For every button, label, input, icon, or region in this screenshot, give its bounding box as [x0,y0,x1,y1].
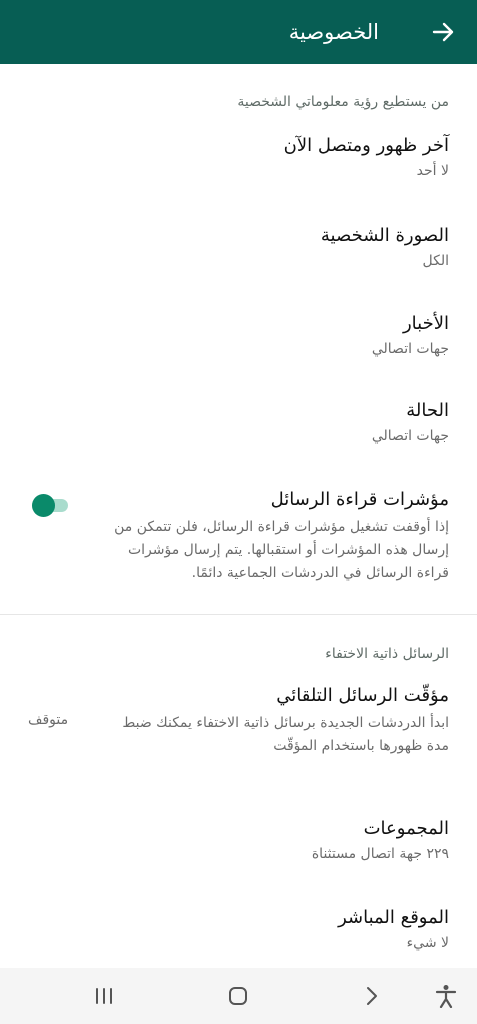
accessibility-button[interactable] [432,982,460,1010]
setting-value: جهات اتصالي [371,428,449,444]
setting-value: لا شيء [406,935,449,951]
section-header-personal-info: من يستطيع رؤية معلوماتي الشخصية [237,94,449,110]
accessibility-icon [435,985,457,1008]
setting-status[interactable]: الحالة جهات اتصالي [28,399,449,447]
recents-nav-icon [96,988,112,1004]
setting-title: مؤشرات قراءة الرسائل [270,489,449,510]
home-nav-icon [229,987,247,1005]
setting-value: ٢٢٩ جهة اتصال مستثناة [311,846,449,862]
setting-profile-photo[interactable]: الصورة الشخصية الكل [28,224,449,272]
setting-title: الأخبار [402,313,449,334]
arrow-back-icon [432,22,454,42]
back-nav-icon [367,987,377,1005]
system-nav-bar [0,968,477,1024]
nav-recents-button[interactable] [90,982,118,1010]
section-divider [0,614,477,615]
privacy-settings-list: من يستطيع رؤية معلوماتي الشخصية آخر ظهور… [0,64,477,968]
setting-value: لا أحد [416,163,449,179]
setting-default-message-timer[interactable]: مؤقّت الرسائل التلقائي ابدأ الدردشات الج… [28,684,449,758]
read-receipts-toggle[interactable] [30,494,70,517]
setting-last-seen[interactable]: آخر ظهور ومتصل الآن لا أحد [28,134,449,182]
setting-stories[interactable]: الأخبار جهات اتصالي [28,312,449,360]
section-header-disappearing: الرسائل ذاتية الاختفاء [325,646,449,662]
setting-title: الصورة الشخصية [320,225,449,246]
app-bar: الخصوصية [0,0,477,64]
nav-back-button[interactable] [358,982,386,1010]
page-title: الخصوصية [288,20,379,44]
setting-title: الموقع المباشر [338,907,449,928]
setting-value: الكل [422,253,450,269]
setting-groups[interactable]: المجموعات ٢٢٩ جهة اتصال مستثناة [28,817,449,865]
setting-description: ابدأ الدردشات الجديدة برسائل ذاتية الاخت… [122,715,449,754]
toggle-knob [32,494,55,517]
timer-value: متوقف [28,712,69,728]
setting-title: آخر ظهور ومتصل الآن [283,135,449,156]
back-button[interactable] [429,18,457,46]
nav-home-button[interactable] [224,982,252,1010]
setting-title: الحالة [406,400,449,421]
setting-title: مؤقّت الرسائل التلقائي [276,685,449,706]
setting-title: المجموعات [363,818,449,839]
setting-live-location[interactable]: الموقع المباشر لا شيء [28,906,449,954]
setting-value: جهات اتصالي [371,341,449,357]
setting-read-receipts[interactable]: مؤشرات قراءة الرسائل إذا أوقفت تشغيل مؤش… [28,488,449,585]
setting-description: إذا أوقفت تشغيل مؤشرات قراءة الرسائل، فل… [114,519,449,581]
